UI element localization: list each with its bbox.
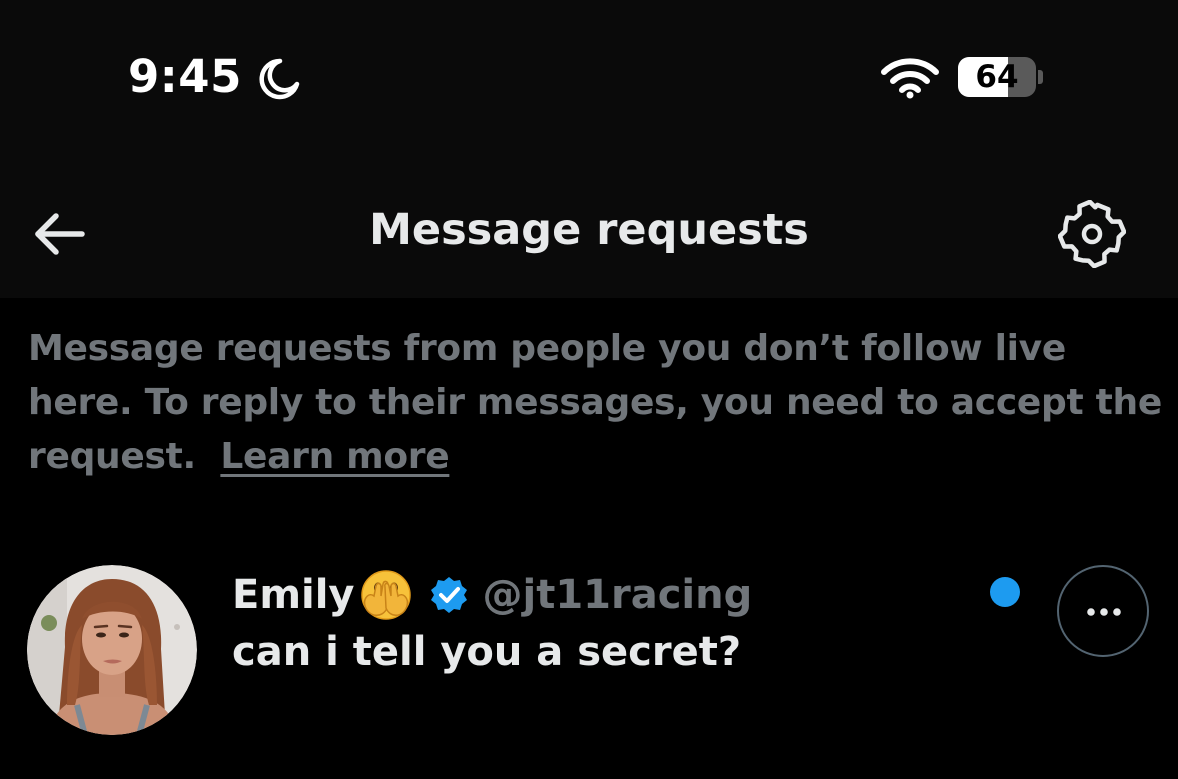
battery-percent: 64 — [975, 59, 1019, 95]
more-horizontal-icon — [1087, 608, 1121, 616]
settings-button[interactable] — [1058, 200, 1126, 268]
request-header: Emily @jt11racing — [232, 569, 752, 621]
moon-icon — [259, 58, 300, 100]
unread-indicator — [990, 577, 1020, 607]
wifi-icon — [881, 58, 939, 99]
verified-badge-icon — [430, 577, 467, 613]
info-text: Message requests from people you don’t f… — [28, 328, 1162, 477]
gear-icon — [1058, 200, 1126, 268]
top-bar — [0, 0, 1178, 298]
avatar — [27, 565, 197, 735]
message-request-item[interactable]: Emily @jt11racing can i tell you a secre… — [0, 555, 1178, 745]
face-with-hand-over-mouth-emoji-icon — [360, 570, 411, 620]
info-message: Message requests from people you don’t f… — [28, 322, 1168, 484]
battery-cap — [1038, 70, 1043, 84]
more-options-button[interactable] — [1057, 565, 1149, 657]
sender-handle: @jt11racing — [482, 572, 753, 618]
learn-more-link[interactable]: Learn more — [220, 436, 449, 477]
sender-name: Emily — [232, 572, 355, 618]
back-button[interactable] — [28, 206, 92, 262]
arrow-left-icon — [35, 213, 85, 255]
battery-icon: 64 — [958, 57, 1036, 97]
status-time: 9:45 — [128, 50, 242, 103]
message-preview: can i tell you a secret? — [232, 629, 742, 675]
